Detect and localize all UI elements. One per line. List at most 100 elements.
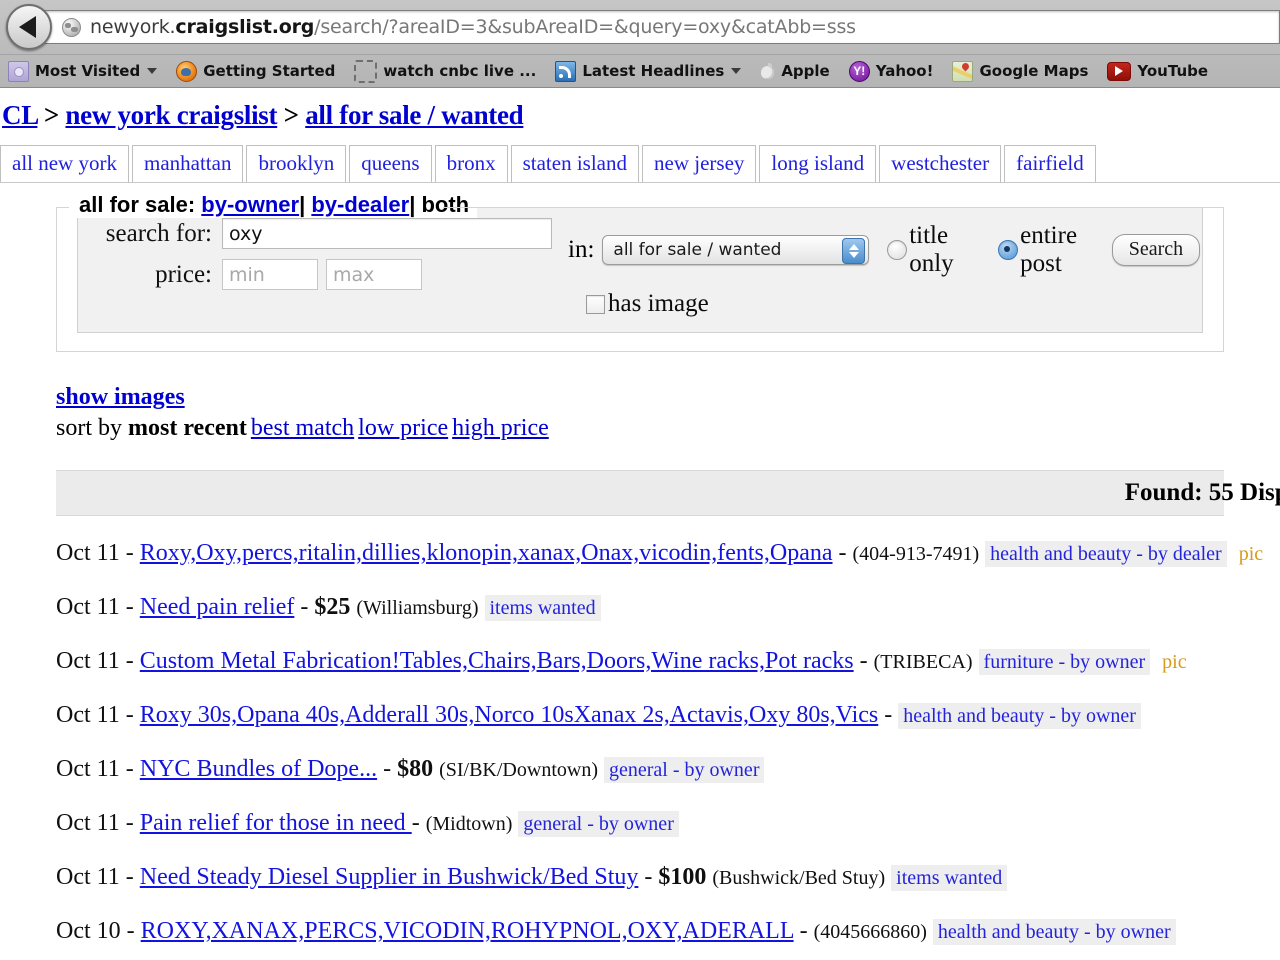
area-tab-fairfield[interactable]: fairfield: [1004, 145, 1096, 182]
result-category[interactable]: health and beauty - by owner: [898, 703, 1141, 729]
show-images-link[interactable]: show images: [56, 384, 185, 410]
has-image-checkbox[interactable]: [586, 294, 605, 314]
chevron-down-icon: [848, 252, 859, 258]
search-panel: all for sale: by-owner| by-dealer| both …: [56, 192, 1224, 352]
result-title-link[interactable]: Need pain relief: [140, 594, 295, 620]
search-panel-legend: all for sale: by-owner| by-dealer| both: [75, 192, 478, 218]
show-images-row: show images: [56, 384, 1280, 411]
has-image-row[interactable]: has image: [586, 290, 1200, 318]
bookmark-getting-started[interactable]: Getting Started: [176, 60, 336, 82]
title-only-radio-group[interactable]: title only: [887, 222, 980, 278]
area-tab-bronx[interactable]: bronx: [434, 145, 508, 182]
chevron-down-icon: [147, 68, 158, 74]
sort-by-label: sort by: [56, 415, 122, 441]
results-list: Oct 11 - Roxy,Oxy,percs,ritalin,dillies,…: [56, 538, 1280, 947]
placeholder-icon: [354, 59, 378, 83]
sort-current: most recent: [128, 415, 247, 441]
category-select[interactable]: all for sale / wanted: [602, 235, 870, 265]
search-for-label: search for:: [105, 219, 212, 247]
area-tab-all-new-york[interactable]: all new york: [0, 145, 129, 182]
stepper-arrows-icon[interactable]: [842, 238, 866, 264]
back-arrow-icon: [19, 16, 36, 38]
bookmark-apple[interactable]: Apple: [760, 62, 830, 81]
result-date: Oct 11: [56, 648, 120, 674]
area-tab-westchester[interactable]: westchester: [879, 145, 1002, 182]
sort-low-price-link[interactable]: low price: [358, 415, 448, 441]
result-title-link[interactable]: NYC Bundles of Dope...: [140, 756, 377, 782]
result-category[interactable]: items wanted: [484, 595, 601, 621]
result-date: Oct 11: [56, 864, 120, 890]
chevron-up-icon: [848, 244, 859, 250]
breadcrumb-site-link[interactable]: new york craigslist: [65, 100, 277, 130]
bookmark-label: Latest Headlines: [582, 62, 725, 80]
result-category[interactable]: health and beauty - by owner: [932, 919, 1176, 945]
area-tab-queens[interactable]: queens: [349, 145, 432, 182]
result-price: $80: [397, 756, 434, 782]
area-tab-new-jersey[interactable]: new jersey: [642, 145, 757, 182]
price-min-input[interactable]: [222, 259, 318, 290]
bookmark-watch-cnbc-live[interactable]: watch cnbc live ...: [354, 59, 536, 83]
result-price: $25: [314, 594, 351, 620]
result-title-link[interactable]: Roxy,Oxy,percs,ritalin,dillies,klonopin,…: [140, 540, 833, 566]
result-title-link[interactable]: Pain relief for those in need: [140, 810, 412, 836]
search-form-right: in: all for sale / wanted title only ent…: [552, 218, 1201, 318]
entire-post-radio-group[interactable]: entire post: [998, 222, 1104, 278]
entire-post-radio[interactable]: [998, 240, 1019, 260]
title-only-radio[interactable]: [887, 240, 908, 260]
result-dash: -: [383, 756, 392, 782]
by-owner-link[interactable]: by-owner: [201, 192, 299, 217]
bookmark-yahoo[interactable]: Y! Yahoo!: [848, 60, 933, 82]
result-category[interactable]: general - by owner: [518, 811, 679, 837]
breadcrumb: CL > new york craigslist > all for sale …: [0, 88, 1280, 131]
search-input[interactable]: [222, 218, 552, 249]
price-max-input[interactable]: [326, 259, 422, 290]
back-button[interactable]: [6, 4, 52, 50]
bookmark-most-visited[interactable]: Most Visited: [8, 60, 158, 82]
url-bar[interactable]: newyork.craigslist.org/search/?areaID=3&…: [40, 10, 1280, 44]
table-row: Oct 11 - NYC Bundles of Dope... - $80 (S…: [56, 754, 1280, 785]
result-date: Oct 11: [56, 702, 120, 728]
result-title-link[interactable]: ROXY,XANAX,PERCS,VICODIN,ROHYPNOL,OXY,AD…: [141, 918, 794, 944]
bookmark-latest-headlines[interactable]: Latest Headlines: [555, 60, 742, 82]
breadcrumb-section-link[interactable]: all for sale / wanted: [305, 100, 524, 130]
legend-pipe: |: [409, 192, 416, 217]
area-tabs: all new york manhattan brooklyn queens b…: [0, 145, 1280, 183]
breadcrumb-separator: >: [283, 100, 299, 130]
result-dash: -: [125, 648, 134, 674]
sort-best-match-link[interactable]: best match: [251, 415, 354, 441]
found-count-text: Found: 55 Displaying: [1124, 479, 1280, 506]
result-hood: (4045666860): [813, 921, 927, 943]
sort-high-price-link[interactable]: high price: [452, 415, 549, 441]
url-host: craigslist.org: [175, 16, 315, 38]
result-title-link[interactable]: Need Steady Diesel Supplier in Bushwick/…: [140, 864, 639, 890]
legend-pipe: |: [299, 192, 306, 217]
area-tab-long-island[interactable]: long island: [759, 145, 877, 182]
category-and-scope-row: in: all for sale / wanted title only ent…: [568, 222, 1201, 278]
by-dealer-link[interactable]: by-dealer: [311, 192, 409, 217]
bookmark-label: Getting Started: [203, 62, 336, 80]
breadcrumb-cl-link[interactable]: CL: [2, 100, 38, 130]
search-for-row: search for:: [90, 218, 552, 249]
search-button[interactable]: Search: [1111, 234, 1201, 266]
google-maps-icon: [952, 60, 974, 82]
result-title-link[interactable]: Custom Metal Fabrication!Tables,Chairs,B…: [140, 648, 854, 674]
results-header-bar: Found: 55 Displaying: [56, 470, 1280, 516]
area-tab-staten-island[interactable]: staten island: [510, 145, 640, 182]
bookmark-youtube[interactable]: YouTube: [1107, 61, 1208, 81]
url-host-prefix: newyork.: [90, 16, 176, 38]
result-category[interactable]: general - by owner: [603, 757, 765, 783]
yahoo-icon: Y!: [848, 60, 870, 82]
bookmark-google-maps[interactable]: Google Maps: [952, 60, 1088, 82]
result-category[interactable]: furniture - by owner: [978, 649, 1151, 675]
result-category[interactable]: items wanted: [891, 865, 1008, 891]
result-category[interactable]: health and beauty - by dealer: [985, 541, 1227, 567]
folder-icon: [8, 60, 29, 82]
firefox-icon: [176, 60, 198, 82]
area-tab-brooklyn[interactable]: brooklyn: [246, 145, 347, 182]
area-tab-manhattan[interactable]: manhattan: [131, 145, 244, 182]
result-dash: -: [126, 918, 135, 944]
bookmark-label: Apple: [781, 62, 830, 80]
price-label: price:: [155, 260, 212, 288]
result-title-link[interactable]: Roxy 30s,Opana 40s,Adderall 30s,Norco 10…: [140, 702, 878, 728]
table-row: Oct 11 - Roxy,Oxy,percs,ritalin,dillies,…: [56, 538, 1280, 569]
